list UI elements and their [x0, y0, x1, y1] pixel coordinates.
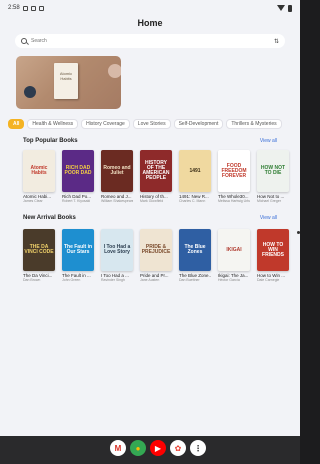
- category-tab[interactable]: Self-Development: [173, 119, 224, 129]
- book-card[interactable]: HISTORY OF THE AMERICAN PEOPLE History of…: [140, 150, 172, 203]
- book-cover-text: HOW NOT TO DIE: [260, 165, 286, 176]
- banner-decoration: [108, 64, 121, 78]
- book-cover[interactable]: THE DA VINCI CODE: [23, 229, 55, 271]
- book-author: Jane Austen: [140, 278, 160, 282]
- apps-app-icon[interactable]: ⋮: [190, 440, 206, 456]
- search-icon: [21, 38, 27, 44]
- book-cover-text: RICH DAD POOR DAD: [64, 165, 92, 176]
- book-cover[interactable]: Atomic Habits: [23, 150, 55, 192]
- book-cover[interactable]: 1491: [179, 150, 211, 192]
- book-cover-text: Atomic Habits: [30, 165, 48, 176]
- banner-mug-image: [24, 86, 36, 98]
- popular-section-header: Top Popular Books View all: [23, 138, 277, 144]
- gmail-app-icon[interactable]: M: [110, 440, 126, 456]
- system-nav-bar: M ● ▶ ✿ ⋮: [0, 436, 300, 464]
- book-cover[interactable]: The Fault in Our Stars: [62, 229, 94, 271]
- popular-books-row: Atomic Habits Atomic Habi... James Clear RI…: [23, 150, 289, 203]
- book-author: Melissa Hartwig Urban: [218, 199, 250, 203]
- category-tab[interactable]: Health & Wellness: [27, 119, 79, 129]
- book-card[interactable]: FOOD FREEDOM FOREVER The Whole30... Meliss…: [218, 150, 250, 203]
- book-cover[interactable]: FOOD FREEDOM FOREVER: [218, 150, 250, 192]
- book-author: Michael Greger: [257, 199, 281, 203]
- category-tab[interactable]: All: [8, 119, 25, 129]
- popular-section-title: Top Popular Books: [23, 138, 78, 144]
- book-author: Robert T. Kiyosaki: [62, 199, 91, 203]
- popular-view-all-link[interactable]: View all: [260, 138, 277, 144]
- book-author: James Clear: [23, 199, 43, 203]
- book-cover[interactable]: IKIGAI: [218, 229, 250, 271]
- book-cover[interactable]: HOW TO WIN FRIENDS: [257, 229, 289, 271]
- book-author: Mark Glowfield: [140, 199, 164, 203]
- banner-book: Atomic Habits: [54, 63, 78, 99]
- book-cover-text: I Too Had a Love Story: [103, 244, 131, 255]
- book-cover[interactable]: The Blue Zones: [179, 229, 211, 271]
- featured-banner[interactable]: Atomic Habits: [16, 56, 121, 109]
- book-cover-text: HISTORY OF THE AMERICAN PEOPLE: [142, 160, 170, 181]
- book-cover[interactable]: HOW NOT TO DIE: [257, 150, 289, 192]
- book-cover-text: FOOD FREEDOM FOREVER: [221, 162, 247, 179]
- book-card[interactable]: The Fault in Our Stars The Fault in ... Jo…: [62, 229, 94, 282]
- arrival-books-row: THE DA VINCI CODE The Da Vinci... Dan Brow…: [23, 229, 289, 282]
- arrivals-section-header: New Arrival Books View all: [23, 215, 277, 221]
- arrivals-section-title: New Arrival Books: [23, 215, 76, 221]
- book-card[interactable]: HOW NOT TO DIE How Not to ... Michael Greg…: [257, 150, 289, 203]
- notification-icon: [22, 5, 28, 11]
- page-title: Home: [137, 18, 163, 28]
- book-cover[interactable]: HISTORY OF THE AMERICAN PEOPLE: [140, 150, 172, 192]
- book-card[interactable]: PRIDE & PREJUDICE Pride and Pr... Jane Aus…: [140, 229, 172, 282]
- category-tab[interactable]: Love Stories: [132, 119, 171, 129]
- book-card[interactable]: Romeo and Juliet Romeo and J... William Sh…: [101, 150, 133, 203]
- book-author: Héctor García: [218, 278, 240, 282]
- book-card[interactable]: 1491 1491: New R... Charles C. Mann: [179, 150, 211, 203]
- status-time: 2:58: [8, 5, 20, 11]
- book-cover-text: IKIGAI: [226, 246, 242, 253]
- app-screen: 2:58 Home ⇅ Atomic Habits AllHealth & We…: [0, 0, 300, 436]
- app-notification-icon: [38, 5, 44, 11]
- book-cover-text: PRIDE & PREJUDICE: [141, 244, 171, 255]
- filter-icon[interactable]: ⇅: [274, 38, 279, 45]
- category-tab[interactable]: History Coverage: [81, 119, 130, 129]
- book-cover[interactable]: PRIDE & PREJUDICE: [140, 229, 172, 271]
- book-author: Ravinder Singh: [101, 278, 125, 282]
- book-author: Dan Brown: [23, 278, 41, 282]
- book-cover-text: HOW TO WIN FRIENDS: [262, 241, 284, 258]
- wifi-icon: [277, 5, 285, 11]
- book-cover[interactable]: Romeo and Juliet: [101, 150, 133, 192]
- youtube-app-icon[interactable]: ▶: [150, 440, 166, 456]
- book-author: John Green: [62, 278, 81, 282]
- book-author: Dale Carnegie: [257, 278, 280, 282]
- book-cover-text: 1491: [189, 167, 201, 174]
- book-card[interactable]: Atomic Habits Atomic Habi... James Clear: [23, 150, 55, 203]
- banner-book-title: Atomic Habits: [59, 71, 73, 81]
- battery-icon: [288, 4, 292, 12]
- photos-app-icon[interactable]: ✿: [170, 440, 186, 456]
- book-cover[interactable]: RICH DAD POOR DAD: [62, 150, 94, 192]
- chrome-app-icon[interactable]: ●: [130, 440, 146, 456]
- arrivals-view-all-link[interactable]: View all: [260, 215, 277, 221]
- status-bar: 2:58: [0, 0, 300, 16]
- book-card[interactable]: I Too Had a Love Story I Too Had a ... Rav…: [101, 229, 133, 282]
- category-tabs: All Health & Wellness History Coverage Love…: [8, 119, 282, 129]
- book-cover-text: THE DA VINCI CODE: [24, 244, 54, 255]
- category-tab[interactable]: Thrillers & Mysteries: [226, 119, 282, 129]
- shield-icon: [30, 5, 36, 11]
- search-bar[interactable]: ⇅: [15, 34, 285, 48]
- book-author: Dan Buettner: [179, 278, 200, 282]
- book-cover-text: The Blue Zones: [184, 244, 206, 255]
- book-author: Charles C. Mann: [179, 199, 206, 203]
- book-card[interactable]: THE DA VINCI CODE The Da Vinci... Dan Brow…: [23, 229, 55, 282]
- book-card[interactable]: RICH DAD POOR DAD Rich Dad Po... Robert T.…: [62, 150, 94, 203]
- book-cover-text: The Fault in Our Stars: [63, 244, 93, 255]
- scroll-handle[interactable]: [297, 231, 300, 234]
- book-cover[interactable]: I Too Had a Love Story: [101, 229, 133, 271]
- search-input[interactable]: [31, 38, 274, 44]
- book-cover-text: Romeo and Juliet: [103, 165, 131, 176]
- app-dock: M ● ▶ ✿ ⋮: [110, 440, 206, 456]
- book-card[interactable]: HOW TO WIN FRIENDS How to Win ... Dale Car…: [257, 229, 289, 282]
- book-card[interactable]: IKIGAI Ikigai: The Ja... Héctor García: [218, 229, 250, 282]
- book-card[interactable]: The Blue Zones The Blue Zone... Dan Buettn…: [179, 229, 211, 282]
- book-author: William Shakespeare: [101, 199, 133, 203]
